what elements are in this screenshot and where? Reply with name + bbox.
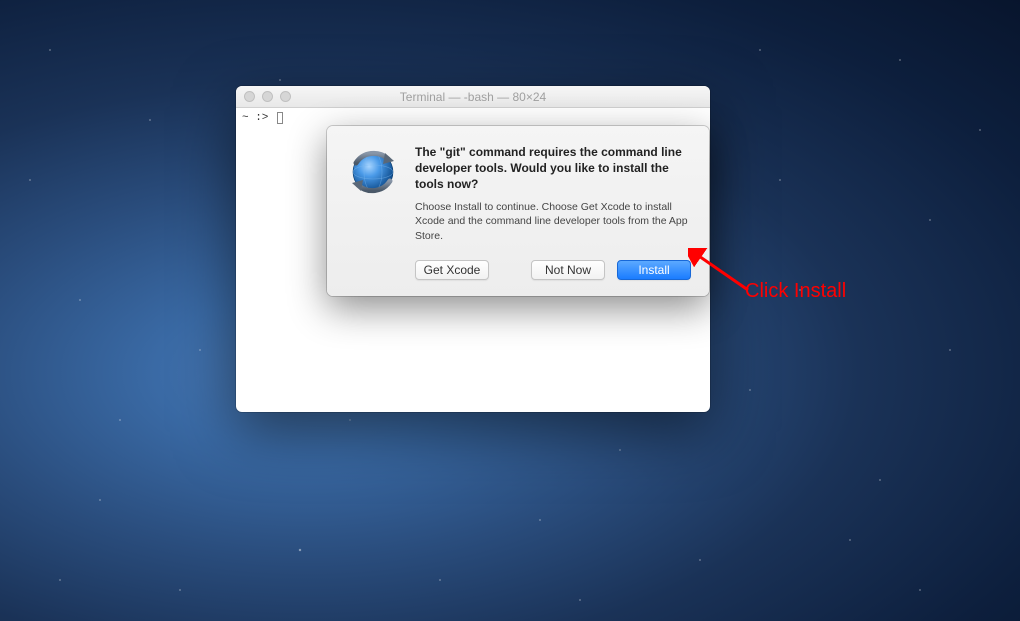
not-now-button[interactable]: Not Now [531,260,605,280]
dialog-heading: The "git" command requires the command l… [415,144,691,193]
window-titlebar[interactable]: Terminal — -bash — 80×24 [236,86,710,108]
get-xcode-button[interactable]: Get Xcode [415,260,489,280]
minimize-window-button[interactable] [262,91,273,102]
terminal-prompt: ~ :> [242,112,275,124]
window-title: Terminal — -bash — 80×24 [236,90,710,104]
zoom-window-button[interactable] [280,91,291,102]
install-button[interactable]: Install [617,260,691,280]
dialog-description: Choose Install to continue. Choose Get X… [415,200,691,244]
install-dialog: The "git" command requires the command l… [327,126,709,296]
software-update-icon [345,144,401,200]
terminal-cursor [277,112,283,124]
close-window-button[interactable] [244,91,255,102]
terminal-body[interactable]: ~ :> [236,108,710,128]
